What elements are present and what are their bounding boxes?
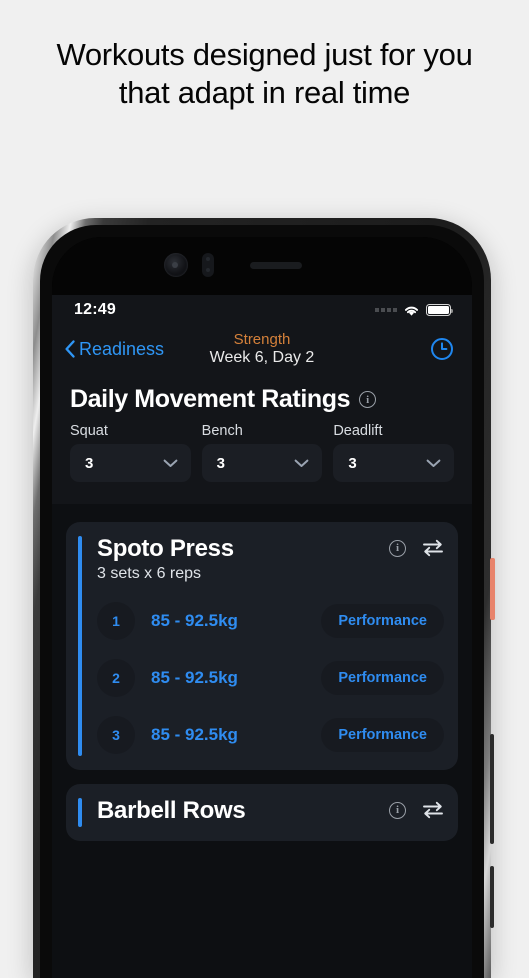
ratings-info-icon[interactable]: i (359, 391, 377, 408)
battery-icon (426, 304, 454, 316)
lift-label: Squat (70, 423, 108, 439)
back-button[interactable]: Readiness (64, 339, 164, 360)
set-weight-range: 85 - 92.5kg (151, 668, 238, 687)
chevron-down-icon (163, 459, 178, 467)
lift-label: Bench (201, 423, 243, 439)
set-type-tag[interactable]: Performance (321, 718, 444, 752)
lift-label: Deadlift (333, 423, 383, 439)
exercise-info-icon[interactable]: i (389, 801, 406, 819)
lift-rating-squat: Squat 3 (70, 423, 191, 482)
chevron-down-icon (294, 459, 309, 467)
set-weight-range: 85 - 92.5kg (151, 611, 238, 630)
phone-bezel: 12:49 Readiness Strength Week 6, Day 2 D… (40, 225, 484, 978)
ratings-title: Daily Movement Ratings (70, 385, 351, 413)
lift-rating-bench: Bench 3 (201, 423, 323, 482)
status-time: 12:49 (74, 301, 116, 318)
daily-movement-ratings-section: Daily Movement Ratings i Squat 3 Bench 3… (52, 373, 472, 504)
exercise-header: Spoto Press 3 sets x 6 reps i (97, 535, 444, 583)
exercise-card-barbell-rows[interactable]: Barbell Rows i (66, 784, 458, 841)
app-header-block: 12:49 Readiness Strength Week 6, Day 2 D… (52, 295, 472, 504)
exercise-actions: i (389, 797, 444, 819)
device-sensor-bar (52, 237, 472, 295)
lift-rating-grid: Squat 3 Bench 3 Deadlift 3 (70, 423, 454, 482)
swap-arrows-icon[interactable] (422, 539, 444, 557)
volume-button[interactable] (490, 734, 494, 844)
exercise-header: Barbell Rows i (97, 797, 444, 825)
exercise-name: Spoto Press (97, 535, 234, 562)
bench-rating-select[interactable]: 3 (201, 444, 323, 482)
lift-rating-deadlift: Deadlift 3 (333, 423, 454, 482)
workout-list[interactable]: Spoto Press 3 sets x 6 reps i 1 85 - 92.… (52, 504, 472, 978)
silent-switch[interactable] (490, 866, 494, 928)
status-bar: 12:49 (52, 295, 472, 325)
card-accent-bar (78, 536, 82, 756)
lift-rating-value: 3 (85, 454, 94, 472)
set-row[interactable]: 2 85 - 92.5kg Performance (97, 659, 444, 697)
exercise-subtitle: 3 sets x 6 reps (97, 565, 202, 582)
squat-rating-select[interactable]: 3 (70, 444, 191, 482)
status-indicators (375, 304, 454, 317)
set-row[interactable]: 1 85 - 92.5kg Performance (97, 602, 444, 640)
app-viewport: 12:49 Readiness Strength Week 6, Day 2 D… (52, 295, 472, 978)
ratings-title-row: Daily Movement Ratings i (70, 385, 454, 414)
set-type-tag[interactable]: Performance (321, 661, 444, 695)
proximity-sensor-icon (202, 253, 214, 277)
exercise-card-spoto-press[interactable]: Spoto Press 3 sets x 6 reps i 1 85 - 92.… (66, 522, 458, 770)
page-headline: Workouts designed just for you that adap… (56, 37, 473, 110)
wifi-icon (404, 306, 419, 316)
back-button-label: Readiness (79, 338, 165, 359)
exercise-info-icon[interactable]: i (389, 539, 406, 557)
chevron-down-icon (426, 459, 441, 467)
set-type-tag[interactable]: Performance (321, 604, 444, 638)
set-number-badge[interactable]: 3 (97, 716, 135, 754)
timer-button[interactable] (430, 337, 454, 361)
exercise-name: Barbell Rows (97, 797, 246, 824)
nav-bar: Readiness Strength Week 6, Day 2 (52, 325, 472, 373)
signal-dots-icon (375, 308, 397, 312)
swap-arrows-icon[interactable] (422, 801, 444, 819)
card-accent-bar (78, 798, 82, 827)
set-number-badge[interactable]: 1 (97, 602, 135, 640)
set-weight-range: 85 - 92.5kg (151, 725, 238, 744)
deadlift-rating-select[interactable]: 3 (333, 444, 454, 482)
phone-screen: 12:49 Readiness Strength Week 6, Day 2 D… (52, 237, 472, 978)
lift-rating-value: 3 (348, 454, 357, 472)
clock-icon (431, 338, 453, 360)
exercise-actions: i (389, 535, 444, 557)
phone-mockup: 12:49 Readiness Strength Week 6, Day 2 D… (33, 218, 495, 978)
set-row[interactable]: 3 85 - 92.5kg Performance (97, 716, 444, 754)
set-number-badge[interactable]: 2 (97, 659, 135, 697)
lift-rating-value: 3 (216, 454, 225, 472)
chevron-left-icon (65, 340, 75, 358)
front-camera-icon (164, 253, 188, 277)
earpiece-speaker-icon (250, 262, 302, 269)
power-button[interactable] (490, 558, 495, 620)
